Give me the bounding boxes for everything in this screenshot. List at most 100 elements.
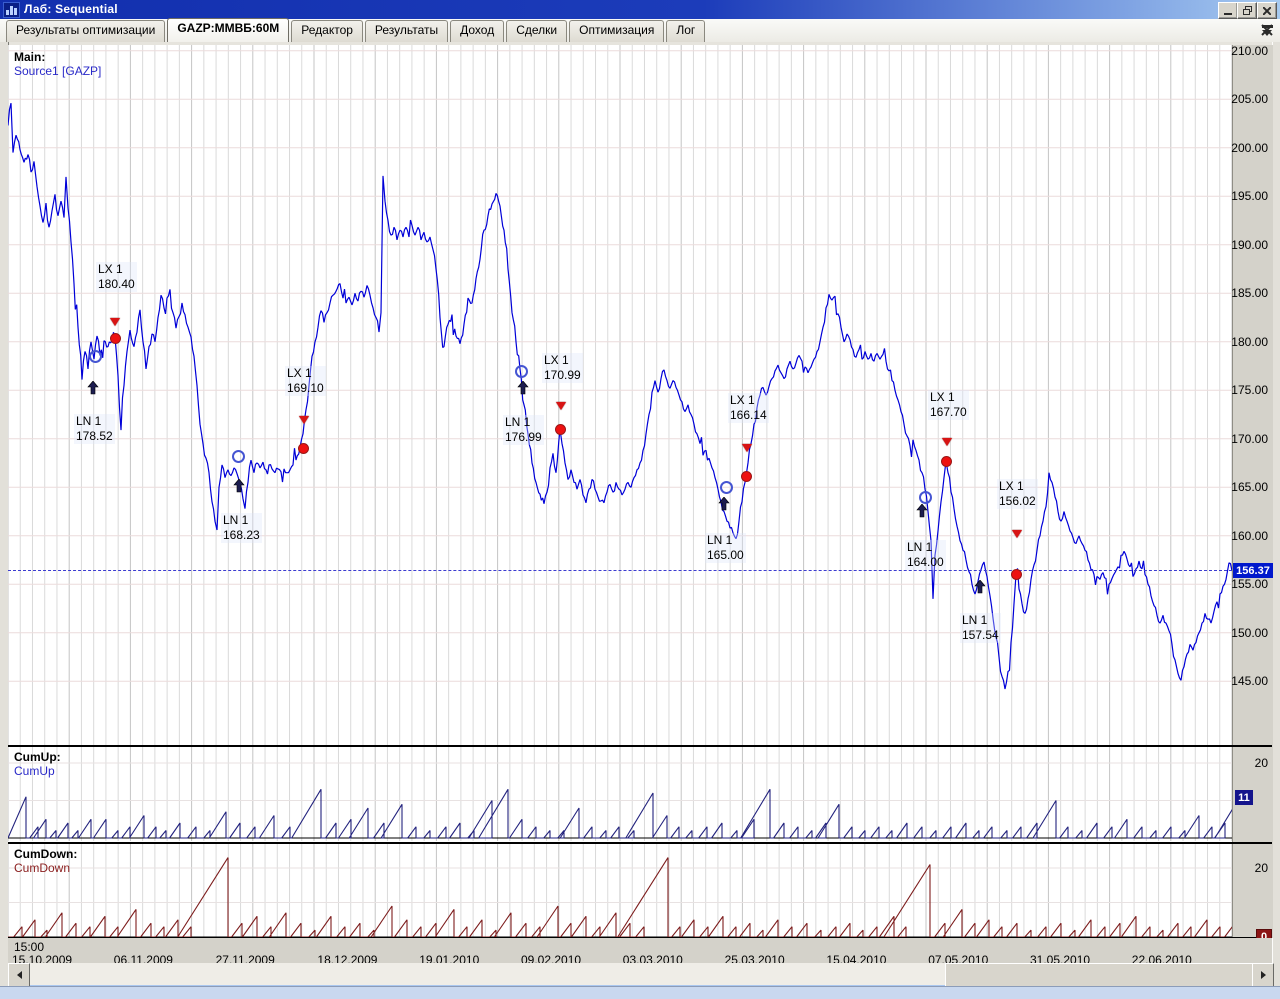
annotation-side-label: LN 1 [962, 613, 988, 627]
cumup-series-label: CumUp [14, 764, 55, 778]
price-tick-label: 155.00 [1231, 577, 1268, 592]
entry-arrow-up-icon [974, 580, 986, 594]
entry-arrow-up-icon [517, 381, 529, 395]
panel-divider[interactable] [8, 842, 1272, 844]
trade-annotation: LX 1 169.10 [285, 366, 326, 396]
price-tick-label: 185.00 [1231, 286, 1268, 301]
price-tick-label: 160.00 [1231, 528, 1268, 543]
trade-annotation: LN 1 165.00 [705, 533, 746, 563]
tab-результаты-оптимизации[interactable]: Результаты оптимизации [6, 20, 166, 42]
scroll-right-button[interactable] [1252, 963, 1274, 987]
price-tick-label: 205.00 [1231, 92, 1268, 107]
tab-оптимизация[interactable]: Оптимизация [569, 20, 665, 42]
exit-dot-marker [110, 332, 121, 344]
price-tick-label: 145.00 [1231, 674, 1268, 689]
trade-annotation: LX 1 180.40 [96, 262, 137, 292]
close-button[interactable] [1257, 2, 1277, 19]
last-price-badge: 156.37 [1233, 563, 1273, 578]
trade-annotation: LX 1 156.02 [997, 479, 1038, 509]
horizontal-scrollbar[interactable] [8, 963, 1274, 987]
annotation-side-label: LX 1 [730, 393, 755, 407]
price-tick-label: 190.00 [1231, 237, 1268, 252]
panel-divider[interactable] [8, 745, 1272, 747]
tab-list: Результаты оптимизации GAZP:ММВБ:60M Редак… [6, 18, 707, 42]
restore-icon [1242, 6, 1252, 15]
annotation-side-label: LN 1 [223, 513, 249, 527]
tab-сделки[interactable]: Сделки [506, 20, 568, 42]
annotation-price-label: 169.10 [287, 381, 324, 395]
trade-annotation: LX 1 170.99 [542, 353, 583, 383]
close-icon [1263, 6, 1271, 15]
trade-annotation: LN 1 157.54 [960, 613, 1001, 643]
close-tab-icon[interactable] [1261, 24, 1273, 36]
tab-лог[interactable]: Лог [666, 20, 706, 42]
app-icon [3, 2, 20, 18]
last-price-line [8, 570, 1232, 571]
main-price-panel[interactable] [8, 45, 1232, 745]
entry-arrow-up-icon [718, 497, 730, 511]
cumup-scale-label: 20 [1254, 756, 1268, 770]
annotation-side-label: LX 1 [930, 390, 955, 404]
annotation-side-label: LX 1 [287, 366, 312, 380]
price-tick-label: 150.00 [1231, 625, 1268, 640]
annotation-price-label: 170.99 [544, 368, 581, 382]
scrollbar-thumb[interactable] [945, 963, 1254, 987]
exit-dot-marker [298, 442, 309, 454]
date-axis: 15:00 15.10.2009 06.11.2009 27.11.2009 18.1… [8, 938, 1272, 967]
arrow-right-icon [1260, 971, 1266, 979]
minimize-button[interactable] [1218, 2, 1238, 19]
annotation-side-label: LN 1 [505, 415, 531, 429]
exit-triangle-icon [299, 416, 309, 424]
restore-button[interactable] [1237, 2, 1257, 19]
annotation-side-label: LN 1 [76, 414, 102, 428]
annotation-price-label: 164.00 [907, 555, 944, 569]
price-tick-label: 210.00 [1231, 43, 1268, 58]
time-axis-label: 15:00 [14, 940, 45, 954]
annotation-side-label: LN 1 [907, 540, 933, 554]
annotation-price-label: 166.14 [730, 408, 767, 422]
tab-доход[interactable]: Доход [450, 20, 505, 42]
annotation-price-label: 176.99 [505, 430, 542, 444]
exit-triangle-icon [942, 438, 952, 446]
scroll-left-button[interactable] [8, 963, 30, 987]
window-title: Лаб: Sequential [24, 2, 118, 16]
cumdown-panel-title: CumDown: [14, 847, 78, 861]
entry-circle-marker [515, 364, 528, 378]
tab-результаты[interactable]: Результаты [364, 20, 449, 42]
annotation-price-label: 168.23 [223, 528, 260, 542]
frame-right [1272, 42, 1280, 986]
frame-bottom [0, 986, 1280, 999]
price-tick-label: 165.00 [1231, 480, 1268, 495]
price-tick-label: 195.00 [1231, 189, 1268, 204]
trade-annotation: LN 1 164.00 [905, 540, 946, 570]
cumdown-series-label: CumDown [14, 861, 71, 875]
price-tick-label: 180.00 [1231, 334, 1268, 349]
entry-arrow-up-icon [233, 479, 245, 493]
cumup-panel-title: CumUp: [14, 750, 61, 764]
exit-triangle-icon [1012, 530, 1022, 538]
annotation-price-label: 167.70 [930, 405, 967, 419]
annotation-side-label: LX 1 [999, 479, 1024, 493]
tab-редактор[interactable]: Редактор [291, 20, 363, 42]
tab-strip-controls [1261, 24, 1274, 36]
annotation-side-label: LN 1 [707, 533, 733, 547]
tab-chart-gazp[interactable]: GAZP:ММВБ:60M [167, 18, 290, 42]
trade-annotation: LN 1 176.99 [503, 415, 544, 445]
main-panel-title: Main: [14, 50, 46, 64]
cumdown-panel[interactable] [8, 844, 1232, 938]
exit-triangle-icon [110, 318, 120, 326]
price-tick-label: 200.00 [1231, 140, 1268, 155]
trade-annotation: LN 1 178.52 [74, 414, 115, 444]
entry-circle-marker [232, 449, 245, 463]
cumup-panel[interactable] [8, 747, 1232, 841]
annotation-price-label: 156.02 [999, 494, 1036, 508]
entry-arrow-up-icon [87, 381, 99, 395]
entry-circle-marker [919, 490, 932, 504]
trade-annotation: LN 1 168.23 [221, 513, 262, 543]
arrow-left-icon [16, 971, 22, 979]
annotation-side-label: LX 1 [544, 353, 569, 367]
title-bar: Лаб: Sequential [0, 0, 1280, 19]
tab-strip: Результаты оптимизации GAZP:ММВБ:60M Редак… [0, 18, 1280, 43]
trade-annotation: LX 1 166.14 [728, 393, 769, 423]
exit-triangle-icon [742, 444, 752, 452]
